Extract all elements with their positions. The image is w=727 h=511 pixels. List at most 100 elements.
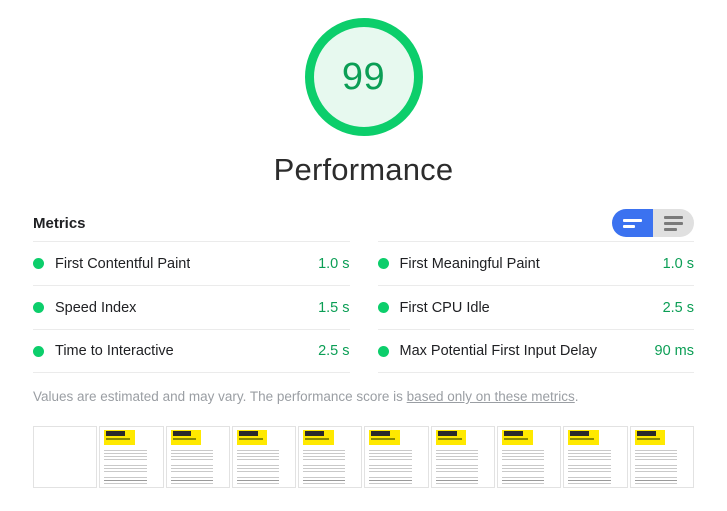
banner-subtext [437,438,462,440]
filmstrip-frame[interactable] [231,425,297,488]
status-dot-icon [33,302,44,313]
banner-subtext [238,438,263,440]
metric-row[interactable]: First Contentful Paint 1.0 s [33,241,350,285]
disclaimer-prefix: Values are estimated and may vary. The p… [33,389,407,404]
metrics-disclaimer: Values are estimated and may vary. The p… [33,388,694,407]
frame-content [435,429,479,487]
banner-logo-bar [238,431,258,437]
metrics-header: Metrics [33,208,694,238]
metric-label: First Meaningful Paint [399,255,540,272]
banner-subtext [636,438,661,440]
page-banner [236,429,268,445]
metrics-section: Metrics First Contentful Paint 1.0 s Spe… [0,208,727,407]
metric-value: 2.5 s [662,299,694,316]
metric-label: Speed Index [55,299,137,316]
filmstrip-frame[interactable] [33,425,98,488]
page-banner [435,429,467,445]
page-text-lines [104,449,147,487]
banner-subtext [570,438,595,440]
frame-content [369,429,412,487]
banner-subtext [305,438,329,440]
filmstrip-frame[interactable] [629,425,694,488]
metrics-docs-link[interactable]: based only on these metrics [407,389,575,404]
page-text-lines [170,449,213,487]
metric-value: 1.0 s [662,255,694,272]
metric-label: First CPU Idle [399,299,490,316]
frame-content [236,429,280,487]
metric-row[interactable]: Speed Index 1.5 s [33,285,350,329]
filmstrip-frame[interactable] [497,425,562,488]
simple-view-icon [623,218,642,228]
performance-gauge: 99 [304,18,423,136]
status-dot-icon [33,345,44,357]
banner-logo-bar [504,431,523,437]
metric-label: First Contentful Paint [55,255,191,272]
metrics-column-right: First Meaningful Paint 1.0 s First CPU I… [377,241,695,373]
page-text-lines [303,449,346,487]
banner-logo-bar [172,431,192,437]
page-text-lines [634,449,677,487]
metric-row[interactable]: First Meaningful Paint 1.0 s [377,241,694,285]
filmstrip [0,425,727,488]
page-text-lines [502,449,545,487]
metric-label: Time to Interactive [55,343,174,359]
frame-content [104,429,147,487]
filmstrip-frame[interactable] [298,425,363,488]
filmstrip-frame[interactable] [99,425,164,488]
metrics-view-toggle[interactable] [612,209,694,237]
banner-subtext [371,438,396,440]
toggle-simple-view-button[interactable] [612,209,653,237]
toggle-expanded-view-button[interactable] [653,209,694,237]
metric-label: Max Potential First Input Delay [399,343,597,359]
status-dot-icon [377,302,389,313]
expanded-view-icon [664,215,683,231]
frame-content [568,429,611,487]
banner-subtext [172,438,197,440]
filmstrip-frame[interactable] [430,425,496,488]
banner-logo-bar [437,431,457,437]
metrics-heading: Metrics [33,214,86,232]
status-dot-icon [377,345,389,357]
filmstrip-frame[interactable] [563,425,628,488]
metric-row[interactable]: Time to Interactive 2.5 s [33,329,350,373]
page-text-lines [236,449,280,487]
banner-logo-bar [570,431,590,437]
filmstrip-frame[interactable] [364,425,429,488]
metrics-column-left: First Contentful Paint 1.0 s Speed Index… [33,241,350,373]
performance-gauge-container: 99 [0,0,727,136]
banner-subtext [106,438,131,440]
metric-row[interactable]: Max Potential First Input Delay 90 ms [377,329,695,373]
status-dot-icon [377,258,389,269]
page-banner [568,429,599,445]
banner-logo-bar [371,431,391,437]
banner-logo-bar [305,431,325,437]
performance-score: 99 [341,56,386,98]
frame-content [303,429,346,487]
banner-subtext [504,438,528,440]
metric-value: 2.5 s [318,343,350,359]
page-banner [303,429,334,445]
metric-value: 1.0 s [318,255,350,272]
page-banner [369,429,400,445]
metric-value: 90 ms [654,343,695,359]
frame-content [502,429,545,487]
page-text-lines [369,449,412,487]
metric-value: 1.5 s [318,299,350,316]
frame-content [170,429,213,487]
page-text-lines [568,449,611,487]
banner-logo-bar [636,431,656,437]
metrics-grid: First Contentful Paint 1.0 s Speed Index… [33,241,694,373]
frame-content [634,429,677,487]
metric-row[interactable]: First CPU Idle 2.5 s [377,285,694,329]
banner-logo-bar [106,431,126,437]
page-banner [104,429,135,445]
filmstrip-frame[interactable] [165,425,230,488]
page-banner [502,429,533,445]
page-banner [634,429,666,445]
page-text-lines [435,449,479,487]
status-dot-icon [33,258,44,269]
lighthouse-performance-report: 99 Performance Metrics First Contentful … [0,0,727,511]
page-banner [170,429,202,445]
page-title: Performance [273,152,454,187]
disclaimer-suffix: . [574,389,579,404]
